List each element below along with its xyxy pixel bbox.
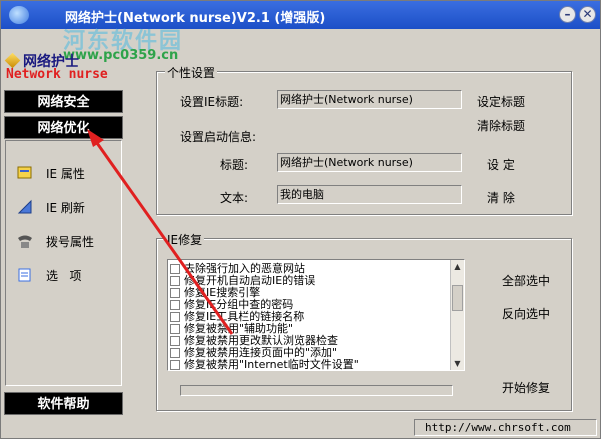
menu-label: IE 属性 [46,166,85,181]
checkbox[interactable] [170,311,180,322]
menu-label: 选 项 [46,268,82,283]
caption-label: 标题: [220,158,249,172]
minimize-button[interactable]: – [559,6,576,23]
checklist-scrollbar[interactable]: ▲ ▼ [450,260,464,370]
ie-title-field[interactable]: 网络护士(Network nurse) [277,90,462,109]
checkbox[interactable] [170,275,180,286]
repair-item[interactable]: 修复被禁用"Internet临时文件设置" [170,358,359,370]
scroll-up-icon[interactable]: ▲ [451,260,464,273]
status-url[interactable]: http://www.chrsoft.com [414,419,597,436]
menu-item-dialup[interactable]: 拨号属性 [16,232,94,250]
checkbox[interactable] [170,323,180,334]
personal-settings-group: 个性设置 设置IE标题: 网络护士(Network nurse) 设定标题 清除… [156,64,572,215]
checkbox[interactable] [170,335,180,346]
clear-startup-button[interactable]: 清 除 [487,189,515,206]
clear-title-button[interactable]: 清除标题 [477,117,525,134]
app-icon [9,6,29,24]
text-field[interactable]: 我的电脑 [277,185,462,204]
nav-network-optimize[interactable]: 网络优化 [4,116,123,139]
tool-menu: IE 属性 IE 刷新 拨号属性 选 项 [5,140,122,386]
invert-selection-button[interactable]: 反向选中 [502,305,550,322]
group-title: 个性设置 [165,64,218,81]
dialup-icon [16,233,34,249]
checkbox[interactable] [170,287,180,298]
checkbox[interactable] [170,347,180,358]
menu-label: IE 刷新 [46,200,85,215]
select-all-button[interactable]: 全部选中 [502,272,550,289]
watermark-url: www.pc0359.cn [63,48,179,63]
group-title: IE修复 [165,231,205,248]
logo-gem-icon [4,52,21,69]
menu-item-ie-properties[interactable]: IE 属性 [16,164,85,182]
start-repair-button[interactable]: 开始修复 [502,379,550,396]
text-label: 文本: [220,191,249,205]
logo-en: Network nurse [6,67,108,82]
ie-properties-icon [16,165,34,181]
scroll-down-icon[interactable]: ▼ [451,357,464,370]
menu-item-ie-refresh[interactable]: IE 刷新 [16,198,85,216]
close-button[interactable]: ✕ [579,6,596,23]
scroll-thumb[interactable] [452,285,463,311]
startup-info-label: 设置启动信息: [180,130,257,144]
repair-progress-bar [180,385,453,396]
menu-label: 拨号属性 [46,234,95,249]
checkbox[interactable] [170,299,180,310]
nav-help[interactable]: 软件帮助 [4,392,123,415]
checkbox[interactable] [170,263,180,274]
set-title-button[interactable]: 设定标题 [477,93,525,110]
caption-field[interactable]: 网络护士(Network nurse) [277,153,462,172]
options-icon [16,267,34,283]
sidebar: 网络安全 网络优化 IE 属性 IE 刷新 拨号属性 选 项 软件帮助 [4,90,123,417]
app-window: 网络护士(Network nurse)V2.1 (增强版) – ✕ 河东软件园 … [0,0,601,439]
checkbox[interactable] [170,359,180,370]
ie-repair-group: IE修复 去除强行加入的恶意网站 修复开机自动启动IE的错误 修复IE搜索引擎 … [156,231,572,411]
menu-item-options[interactable]: 选 项 [16,266,81,284]
ie-title-label: 设置IE标题: [180,95,244,109]
nav-network-security[interactable]: 网络安全 [4,90,123,113]
repair-checklist[interactable]: 去除强行加入的恶意网站 修复开机自动启动IE的错误 修复IE搜索引擎 修复IE分… [167,259,465,371]
ie-refresh-icon [16,199,34,215]
apply-startup-button[interactable]: 设 定 [487,156,515,173]
